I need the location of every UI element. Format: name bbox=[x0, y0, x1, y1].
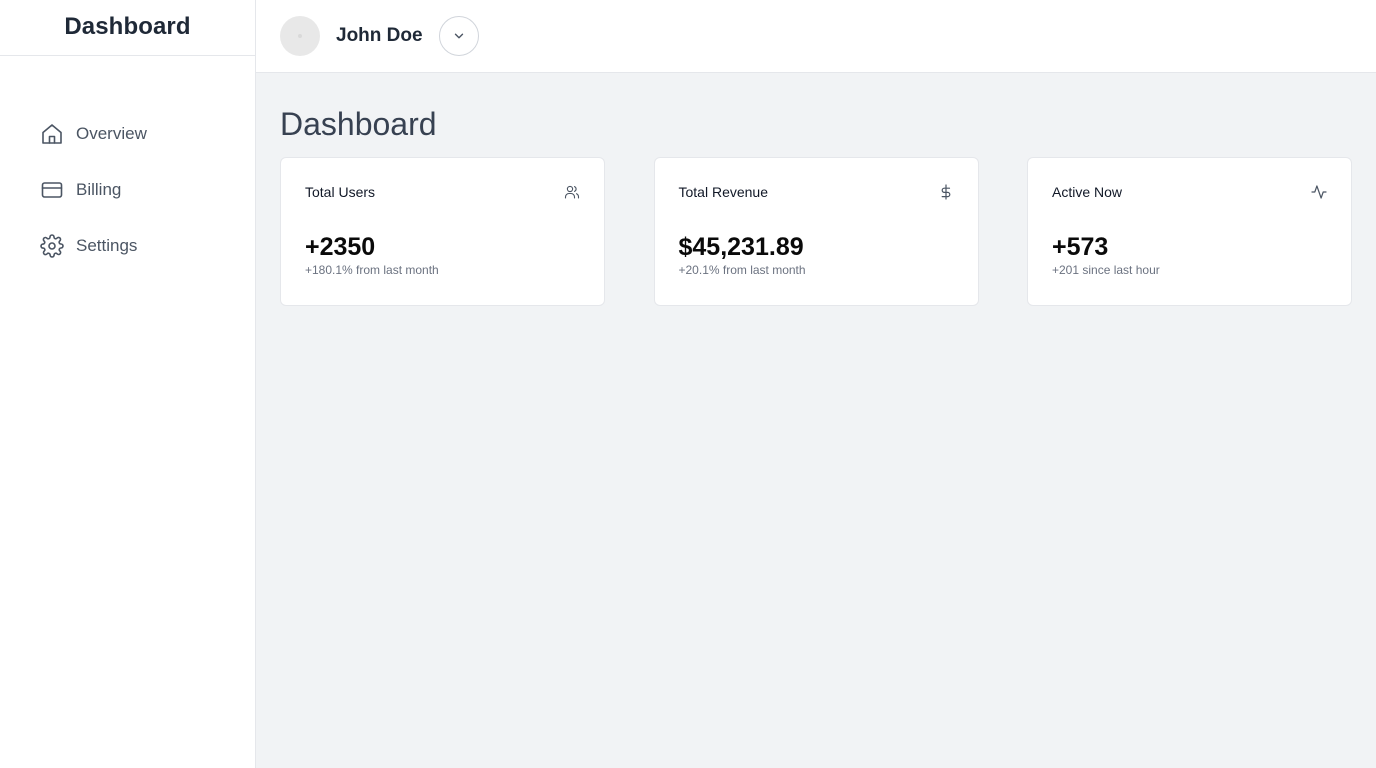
users-icon bbox=[564, 184, 580, 200]
card-subtext: +180.1% from last month bbox=[305, 263, 439, 277]
activity-icon bbox=[1311, 184, 1327, 200]
brand-title: Dashboard bbox=[64, 12, 191, 40]
card-value: +573 bbox=[1052, 233, 1109, 261]
top-bar: John Doe bbox=[256, 0, 1376, 73]
card-title: Total Revenue bbox=[678, 184, 769, 200]
card-title: Total Users bbox=[305, 184, 376, 200]
page-title: Dashboard bbox=[280, 106, 437, 142]
sidebar-item-settings[interactable]: Settings bbox=[0, 218, 255, 274]
sidebar-brand: Dashboard bbox=[0, 0, 255, 56]
main-content: Dashboard Total Users +2350 +180.1% from… bbox=[280, 73, 1352, 306]
user-name: John Doe bbox=[336, 25, 423, 46]
card-subtext: +201 since last hour bbox=[1052, 263, 1160, 277]
sidebar-nav: Overview Billing Settings bbox=[0, 56, 255, 274]
card-title: Active Now bbox=[1052, 184, 1123, 200]
user-menu-button[interactable] bbox=[438, 16, 479, 56]
credit-card-icon bbox=[40, 178, 64, 202]
stats-cards: Total Users +2350 +180.1% from last mont… bbox=[280, 157, 1352, 306]
card-subtext: +20.1% from last month bbox=[678, 263, 806, 277]
avatar[interactable] bbox=[280, 16, 320, 56]
card-value: +2350 bbox=[305, 233, 376, 261]
stat-card-total-revenue: Total Revenue $45,231.89 +20.1% from las… bbox=[653, 157, 979, 306]
dollar-icon bbox=[938, 184, 954, 200]
stat-card-total-users: Total Users +2350 +180.1% from last mont… bbox=[280, 157, 605, 306]
gear-icon bbox=[40, 234, 64, 258]
sidebar-item-overview[interactable]: Overview bbox=[0, 106, 255, 162]
sidebar-item-label: Overview bbox=[76, 124, 147, 143]
home-icon bbox=[40, 122, 64, 146]
sidebar-item-label: Settings bbox=[76, 236, 138, 255]
sidebar: Dashboard Overview Billing Settings bbox=[0, 0, 256, 768]
chevron-down-icon bbox=[452, 29, 466, 43]
card-value: $45,231.89 bbox=[678, 233, 804, 261]
sidebar-item-label: Billing bbox=[76, 180, 122, 199]
sidebar-item-billing[interactable]: Billing bbox=[0, 162, 255, 218]
stat-card-active-now: Active Now +573 +201 since last hour bbox=[1027, 157, 1352, 306]
avatar-placeholder-icon bbox=[298, 34, 302, 38]
